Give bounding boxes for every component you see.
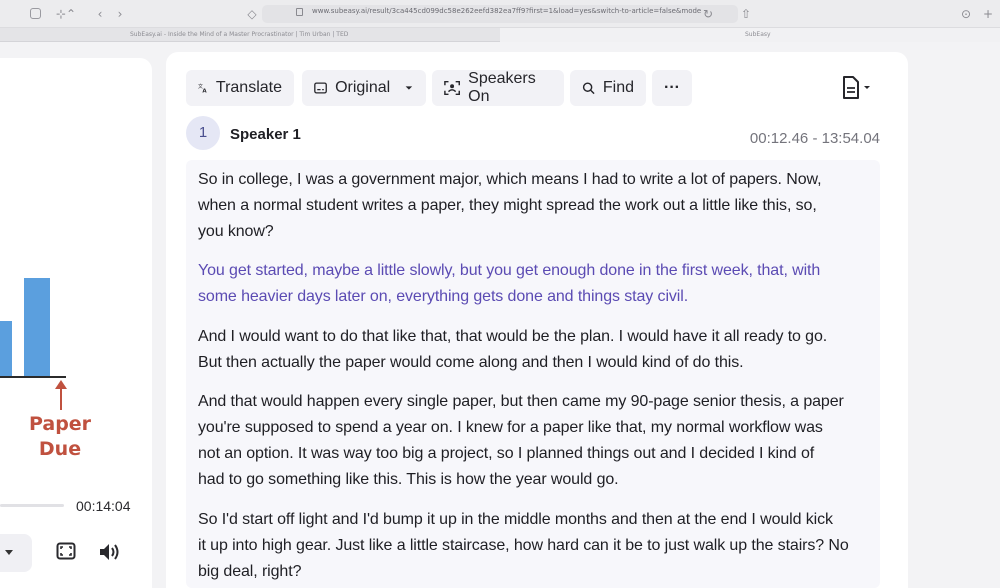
arrow-shaft: [60, 384, 62, 410]
sidebar-toggle-icon[interactable]: [30, 8, 41, 19]
original-label: Original: [335, 79, 391, 96]
paragraph-line: you're supposed to spend a year on. I kn…: [198, 419, 823, 436]
paragraph-3[interactable]: And I would want to do that like that, t…: [198, 324, 870, 376]
transcript-panel: 文 A Translate Original Speakers On Find …: [166, 52, 908, 588]
paragraph-2-active[interactable]: You get started, maybe a little slowly, …: [198, 258, 870, 310]
paragraph-5[interactable]: So I'd start off light and I'd bump it u…: [198, 507, 870, 585]
new-tab-icon[interactable]: +: [980, 6, 996, 22]
speaker-name[interactable]: Speaker 1: [230, 126, 301, 143]
paragraph-line: big deal, right?: [198, 563, 302, 580]
chart-bar-right: [24, 278, 50, 376]
paragraph-line: it up into high gear. Just like a little…: [198, 537, 849, 554]
speakers-toggle[interactable]: Speakers On: [432, 70, 564, 106]
video-duration: 00:14:04: [76, 498, 131, 514]
fullscreen-icon[interactable]: [56, 542, 76, 560]
url-text[interactable]: www.subeasy.ai/result/3ca445cd099dc58e26…: [312, 7, 702, 15]
paragraph-line: But then actually the paper would come a…: [198, 354, 744, 371]
paragraph-1[interactable]: So in college, I was a government major,…: [198, 167, 870, 245]
more-button[interactable]: ···: [652, 70, 692, 106]
speaker-detect-icon: [444, 80, 460, 96]
downloads-icon[interactable]: ⊙: [958, 6, 974, 22]
tab-ted-talk[interactable]: SubEasy.ai - Inside the Mind of a Master…: [130, 28, 470, 42]
tab-group-icon[interactable]: ⊹⌃: [52, 6, 80, 22]
translate-icon: 文 A: [198, 83, 207, 94]
back-icon[interactable]: ‹: [92, 6, 108, 22]
paragraph-4[interactable]: And that would happen every single paper…: [198, 389, 870, 493]
reload-icon[interactable]: ↻: [700, 6, 716, 22]
chevron-down-icon: [405, 86, 413, 90]
tab-subeasy[interactable]: SubEasy: [500, 28, 1000, 42]
paragraph-line: not an option. It was way too big a proj…: [198, 445, 815, 462]
speakers-label: Speakers On: [468, 70, 536, 105]
paragraph-line: You get started, maybe a little slowly, …: [198, 262, 821, 279]
paragraph-line: So I'd start off light and I'd bump it u…: [198, 511, 833, 528]
browser-toolbar: ⊹⌃ ‹ › ◇ www.subeasy.ai/result/3ca445cd0…: [0, 0, 1000, 28]
paragraph-line: And that would happen every single paper…: [198, 393, 844, 410]
subtitle-icon: [314, 82, 327, 94]
find-label: Find: [602, 79, 634, 96]
translate-button[interactable]: 文 A Translate: [186, 70, 294, 106]
chart-baseline: [0, 376, 66, 378]
segment-time-range: 00:12.46 - 13:54.04: [749, 130, 880, 147]
speaker-avatar[interactable]: 1: [186, 116, 220, 150]
find-button[interactable]: Find: [570, 70, 646, 106]
volume-icon[interactable]: [98, 542, 122, 562]
paper-due-annotation: Paper Due: [22, 412, 98, 462]
paragraph-line: when a normal student writes a paper, th…: [198, 197, 817, 214]
svg-text:A: A: [202, 88, 207, 94]
translate-label: Translate: [215, 79, 282, 96]
shield-icon[interactable]: ◇: [244, 6, 260, 22]
paragraph-line: some heavier days later on, everything g…: [198, 288, 689, 305]
tab-subeasy-label: SubEasy: [745, 31, 771, 38]
tab-strip: SubEasy.ai - Inside the Mind of a Master…: [0, 28, 1000, 42]
original-dropdown[interactable]: Original: [302, 70, 426, 106]
video-progress-bar[interactable]: [0, 504, 64, 507]
search-icon: [582, 82, 595, 95]
document-menu-icon[interactable]: [838, 74, 874, 102]
share-icon[interactable]: ⇧: [738, 6, 754, 22]
forward-icon[interactable]: ›: [112, 6, 128, 22]
paragraph-line: you know?: [198, 223, 274, 240]
more-icon: ···: [664, 79, 680, 96]
lock-icon: [296, 8, 303, 16]
paragraph-line: And I would want to do that like that, t…: [198, 328, 828, 345]
speed-dropdown[interactable]: [0, 534, 32, 572]
annotation-line-2: Due: [38, 438, 82, 460]
paragraph-line: had to go something like this. This is h…: [198, 471, 619, 488]
annotation-line-1: Paper: [28, 413, 92, 435]
paragraph-line: So in college, I was a government major,…: [198, 171, 822, 188]
chart-bar-left: [0, 321, 12, 376]
